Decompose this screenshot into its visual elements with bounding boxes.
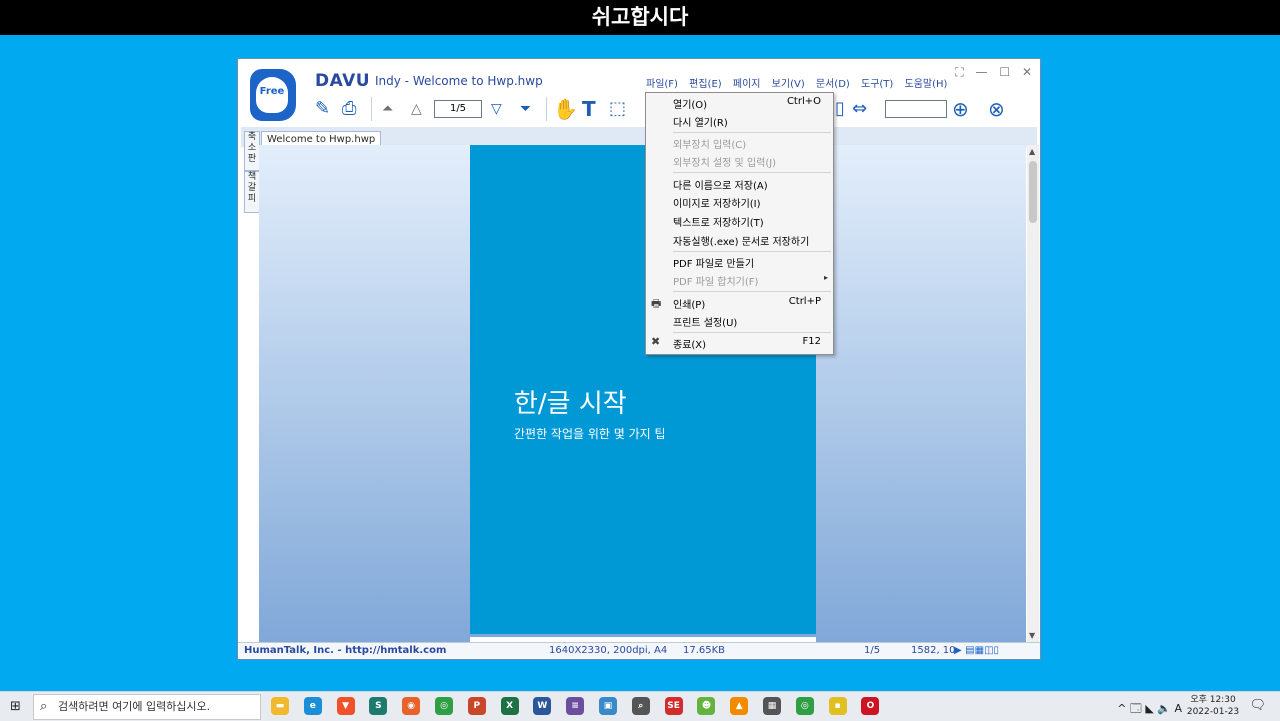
menu-help[interactable]: 도움말(H): [905, 79, 948, 90]
search-input[interactable]: [885, 100, 947, 118]
app-window: Free DAVU Indy - Welcome to Hwp.hwp 파일(F…: [237, 58, 1041, 660]
status-coords: 1582, 10: [911, 645, 956, 656]
fit-page-icon[interactable]: ▯: [835, 97, 845, 121]
edit-document-icon[interactable]: ✎: [315, 97, 330, 121]
text-search-icon[interactable]: ⊕: [952, 97, 969, 121]
status-bar: HumanTalk, Inc. - http://hmtalk.com 1640…: [238, 642, 1040, 659]
se-app-icon[interactable]: SE: [664, 697, 683, 715]
maximize-icon[interactable]: ☐: [999, 65, 1010, 79]
page-heading: 한/글 시작: [514, 389, 627, 419]
scrollbar-thumb[interactable]: [1029, 161, 1037, 223]
menu-item-save-as[interactable]: 다른 이름으로 저장(A): [646, 175, 833, 193]
scroll-down-icon[interactable]: ▼: [1029, 631, 1035, 640]
menu-document[interactable]: 문서(D): [816, 79, 850, 90]
view-mode-icons[interactable]: ▶ ▤▦◫▯: [954, 645, 999, 656]
submenu-arrow-icon: ▸: [823, 273, 828, 282]
text-tool-icon[interactable]: T: [582, 97, 596, 121]
side-tabs: 축소판 책갈피: [244, 131, 260, 711]
menu-item-reopen[interactable]: 다시 열기(R): [646, 112, 833, 130]
scroll-up-icon[interactable]: ▲: [1029, 147, 1035, 156]
status-size: 17.65KB: [683, 645, 726, 656]
status-company: HumanTalk, Inc. - http://hmtalk.com: [244, 645, 447, 656]
window-title: Indy - Welcome to Hwp.hwp: [375, 74, 543, 88]
windows-start-icon[interactable]: ⊞: [10, 699, 21, 714]
menu-file[interactable]: 파일(F): [646, 79, 678, 90]
taskbar: ⊞ ⌕ 검색하려면 여기에 입력하십시오. ▬ e ▼ S ◉ ◎ P X W ≡ ▣ ⌕ SE ☻ ▲ ▦ ◎…: [0, 691, 1280, 721]
select-tool-icon[interactable]: ⬚: [609, 97, 626, 121]
menu-item-save-exe[interactable]: 자동실행(.exe) 문서로 저장하기: [646, 231, 833, 249]
close-icon[interactable]: ✕: [1022, 65, 1032, 79]
tray-icons[interactable]: ^ 🗔 ◣ 🔈 A: [1117, 700, 1182, 719]
status-page: 1/5: [864, 645, 881, 656]
menu-item-save-image[interactable]: 이미지로 저장하기(I): [646, 193, 833, 211]
close-x-icon: ✖: [651, 335, 661, 348]
calculator-icon[interactable]: ▦: [763, 697, 781, 715]
document-viewport[interactable]: 한/글 시작 간편한 작업을 위한 몇 가지 팁: [259, 145, 1026, 642]
green-app-icon[interactable]: ☻: [697, 697, 716, 715]
word-icon[interactable]: W: [533, 697, 552, 715]
menu-tools[interactable]: 도구(T): [861, 79, 893, 90]
opera-icon[interactable]: O: [861, 697, 880, 715]
app-s-icon[interactable]: S: [369, 697, 388, 715]
menu-item-merge-pdf: PDF 파일 합치기(F) ▸: [673, 273, 828, 288]
firefox-icon[interactable]: ◉: [402, 697, 421, 715]
menu-item-external-setup: 외부장치 설정 및 입력(J): [673, 158, 777, 169]
fullscreen-icon[interactable]: ⛶: [955, 65, 963, 79]
menu-item-make-pdf[interactable]: PDF 파일로 만들기: [646, 253, 833, 271]
chrome-icon[interactable]: ◎: [435, 697, 453, 715]
last-page-icon[interactable]: ⏷: [520, 97, 531, 121]
brave-icon[interactable]: ▼: [336, 697, 355, 715]
menu-item-exit[interactable]: ✖ 종료(X) F12: [646, 334, 833, 352]
taskbar-search[interactable]: ⌕ 검색하려면 여기에 입력하십시오.: [33, 694, 261, 720]
taskbar-search-placeholder: 검색하려면 여기에 입력하십시오.: [58, 700, 211, 713]
close-circle-icon[interactable]: ⊗: [988, 97, 1005, 121]
brand-name: DAVU: [315, 71, 371, 91]
menu-page[interactable]: 페이지: [733, 79, 761, 90]
status-dims: 1640X2330, 200dpi, A4: [549, 645, 668, 656]
search-app-icon[interactable]: ⌕: [631, 697, 650, 715]
clock-date: 2022-01-23: [1186, 707, 1240, 717]
vertical-scrollbar[interactable]: ▲ ▼: [1027, 145, 1039, 642]
powerpoint-icon[interactable]: P: [467, 697, 486, 715]
sticky-notes-icon[interactable]: ▪: [828, 697, 847, 715]
bookmark-tab[interactable]: 책갈피: [244, 171, 260, 213]
hand-tool-icon[interactable]: ✋: [553, 97, 578, 121]
search-icon: ⌕: [40, 699, 48, 714]
notification-icon[interactable]: 🗨: [1249, 698, 1266, 713]
menu-item-print-setup[interactable]: 프린트 설정(U): [646, 312, 833, 330]
file-explorer-icon[interactable]: ▬: [271, 697, 289, 715]
first-page-icon[interactable]: ⏶: [382, 97, 393, 121]
menu-bar: 파일(F) 편집(E) 페이지 보기(V) 문서(D) 도구(T) 도움말(H): [646, 75, 955, 90]
print-icon[interactable]: ⎙: [342, 97, 356, 121]
minimize-icon[interactable]: —: [976, 65, 988, 79]
logo-text: Free: [259, 86, 285, 97]
menu-edit[interactable]: 편집(E): [689, 79, 722, 90]
menu-view[interactable]: 보기(V): [772, 79, 805, 90]
page-input[interactable]: 1/5: [434, 100, 482, 118]
menu-item-print[interactable]: 🖶 인쇄(P) Ctrl+P: [646, 294, 833, 312]
clock-time: 오후 12:30: [1190, 695, 1236, 705]
window-controls: ⛶ — ☐ ✕: [947, 65, 1032, 80]
app-logo: Free: [250, 69, 296, 121]
edge-icon[interactable]: e: [303, 697, 322, 715]
excel-icon[interactable]: X: [500, 697, 519, 715]
page-subheading: 간편한 작업을 위한 몇 가지 팁: [514, 427, 666, 441]
menu-item-external-input: 외부장치 입력(C): [673, 140, 747, 151]
calc-app-icon[interactable]: ≡: [566, 697, 585, 715]
prev-page-icon[interactable]: △: [411, 97, 422, 121]
menu-item-save-text[interactable]: 텍스트로 저장하기(T): [646, 212, 833, 230]
clock[interactable]: 오후 12:30 2022-01-23: [1184, 694, 1242, 718]
fit-width-icon[interactable]: ⇔: [852, 97, 867, 121]
chrome-dev-icon[interactable]: ◎: [795, 697, 814, 715]
thumbnail-tab[interactable]: 축소판: [244, 131, 260, 171]
next-page-icon[interactable]: ▽: [491, 97, 502, 121]
top-banner: 쉬고합시다: [0, 0, 1280, 35]
display-app-icon[interactable]: ▣: [599, 697, 617, 715]
menu-item-open[interactable]: 열기(O) Ctrl+O: [646, 94, 833, 112]
file-menu: 열기(O) Ctrl+O 다시 열기(R) 외부장치 입력(C) 외부장치 설정 …: [645, 92, 834, 355]
vlc-icon[interactable]: ▲: [730, 697, 749, 715]
